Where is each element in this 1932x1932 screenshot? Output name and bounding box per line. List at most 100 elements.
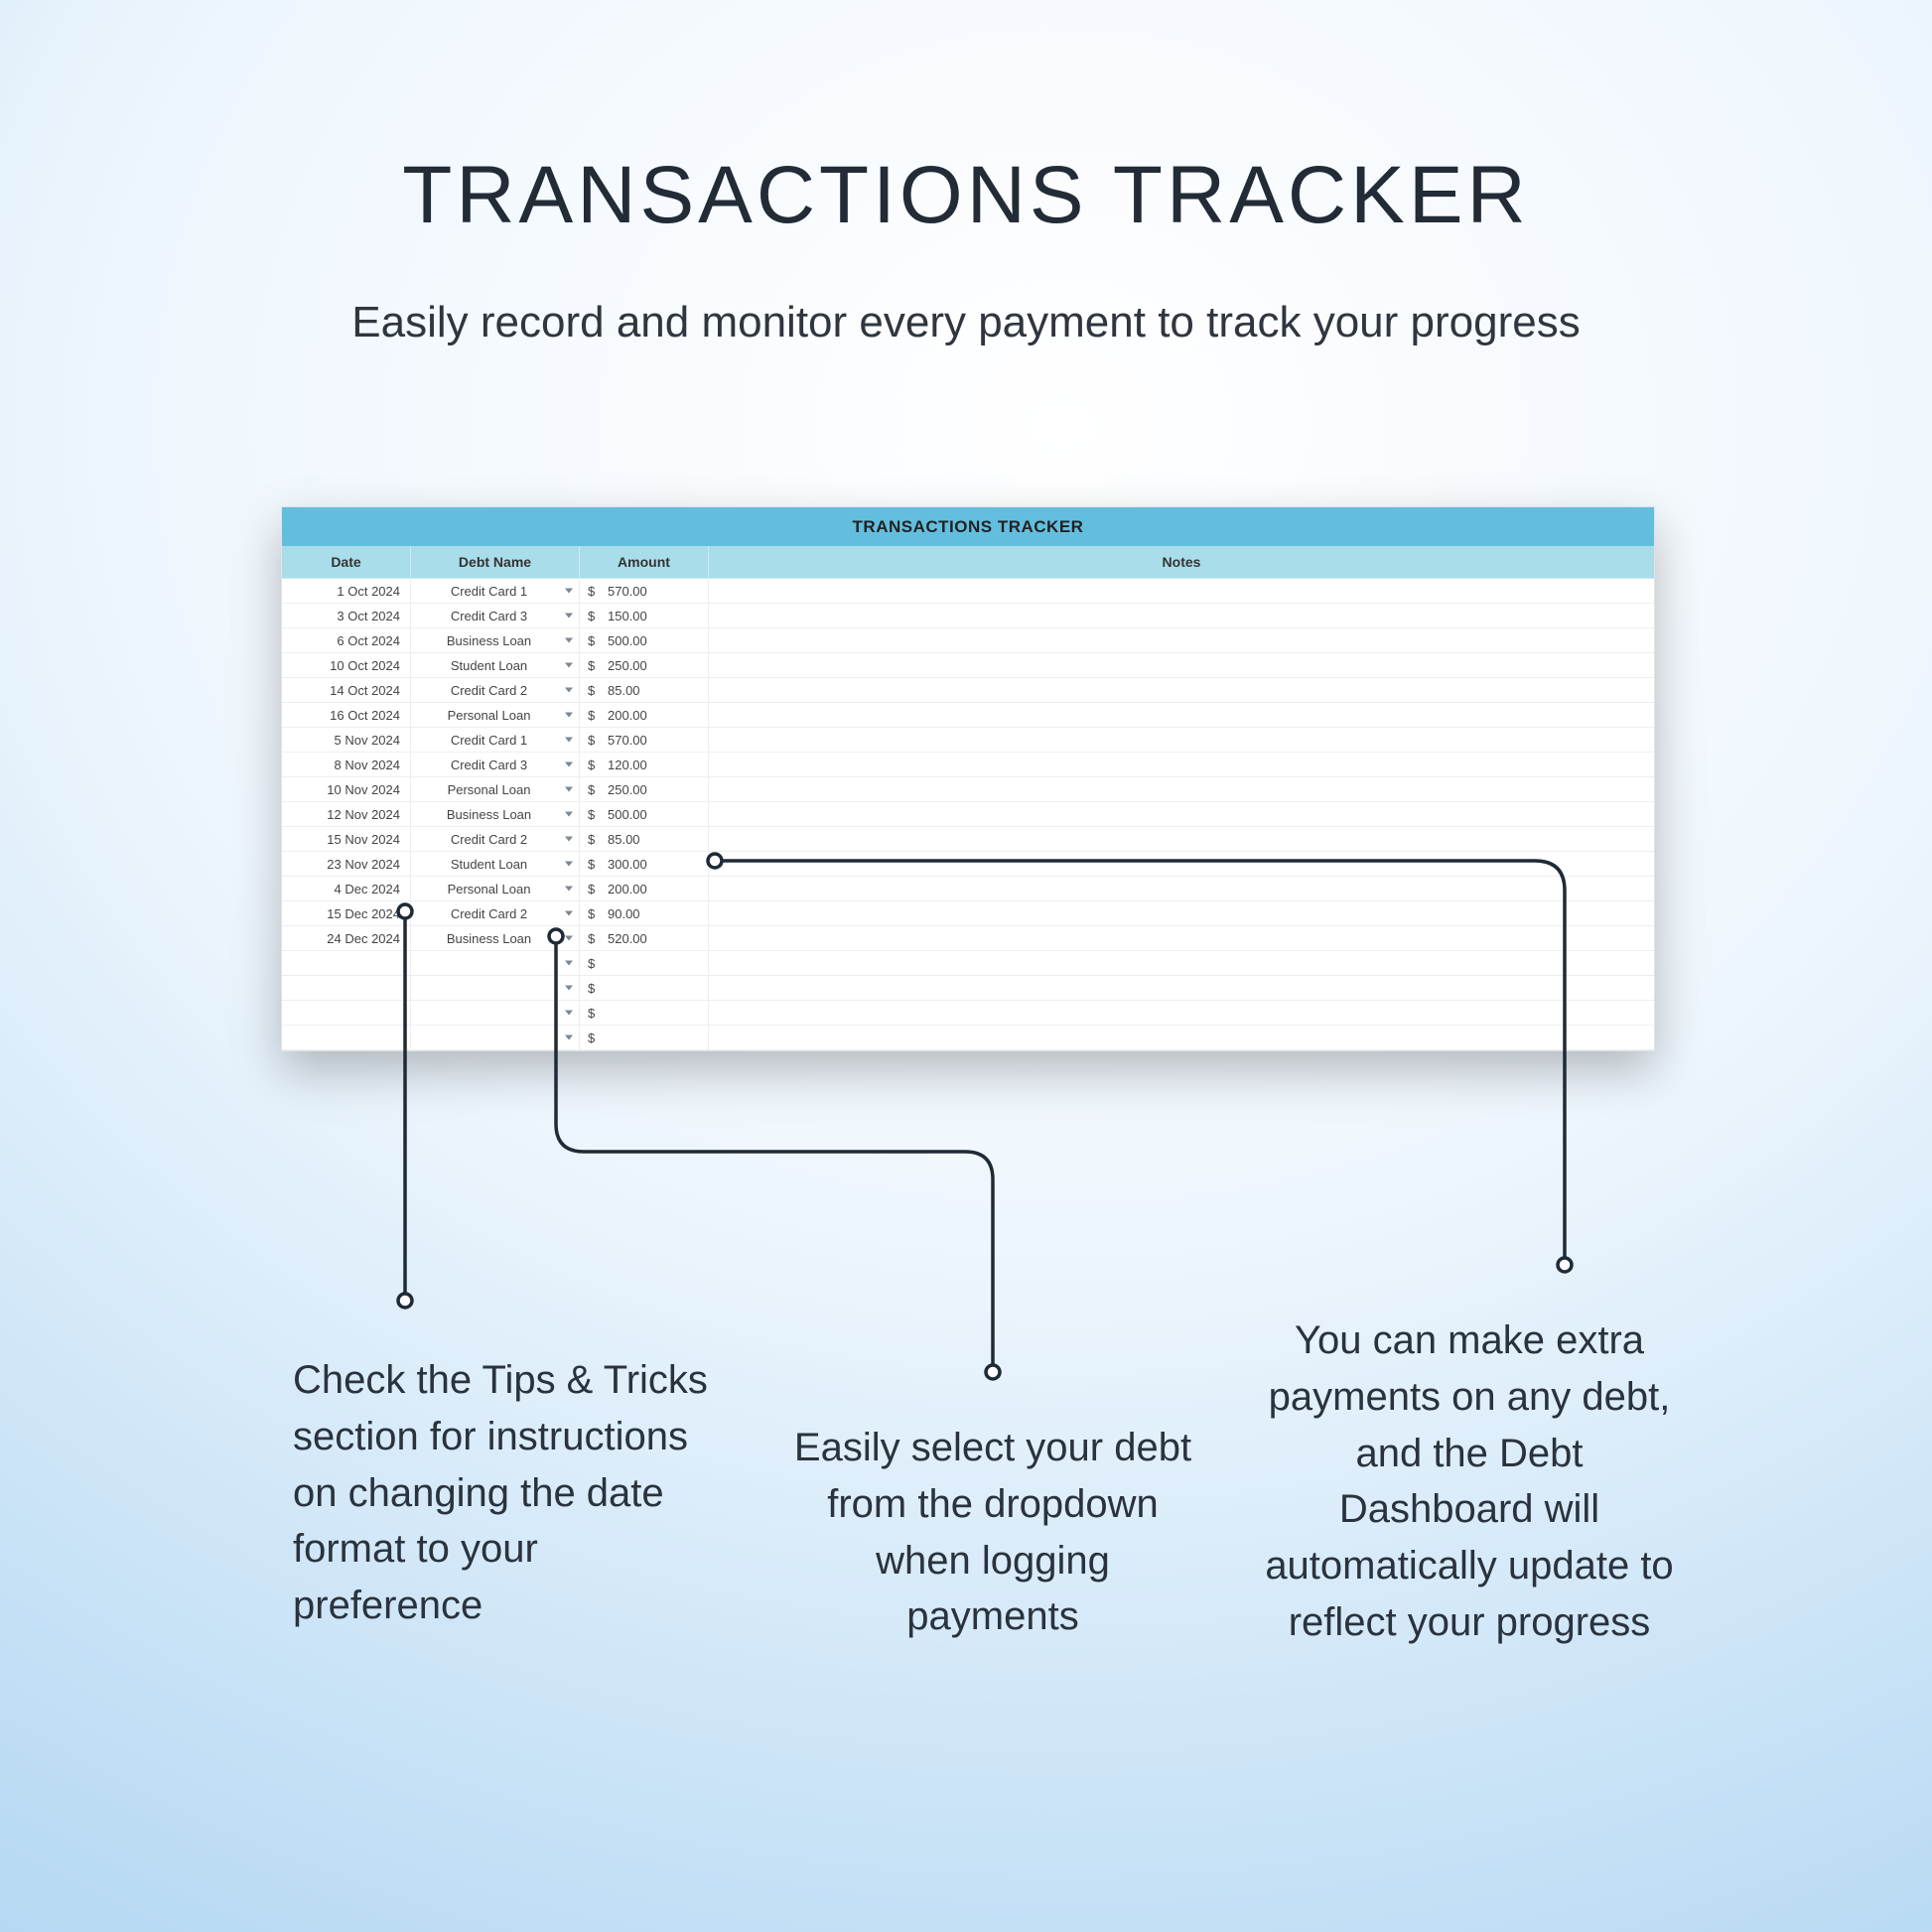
cell-date[interactable]: 5 Nov 2024 xyxy=(282,728,411,752)
cell-amount[interactable]: $120.00 xyxy=(580,753,709,776)
cell-amount[interactable]: $250.00 xyxy=(580,777,709,801)
cell-notes[interactable] xyxy=(709,926,1654,950)
cell-amount[interactable]: $ xyxy=(580,1026,709,1049)
chevron-down-icon xyxy=(565,911,573,916)
cell-amount[interactable]: $85.00 xyxy=(580,678,709,702)
cell-debt-dropdown[interactable]: Business Loan xyxy=(411,802,580,826)
cell-date[interactable]: 15 Dec 2024 xyxy=(282,901,411,925)
cell-debt-dropdown[interactable]: Personal Loan xyxy=(411,777,580,801)
cell-notes[interactable] xyxy=(709,604,1654,627)
cell-date[interactable]: 10 Oct 2024 xyxy=(282,653,411,677)
currency-symbol: $ xyxy=(588,802,602,826)
cell-notes[interactable] xyxy=(709,1026,1654,1049)
table-row: 8 Nov 2024Credit Card 3$120.00 xyxy=(282,753,1654,777)
cell-notes[interactable] xyxy=(709,976,1654,1000)
cell-debt-dropdown[interactable]: Business Loan xyxy=(411,628,580,652)
cell-notes[interactable] xyxy=(709,728,1654,752)
cell-date[interactable]: 8 Nov 2024 xyxy=(282,753,411,776)
cell-notes[interactable] xyxy=(709,877,1654,900)
currency-symbol: $ xyxy=(588,827,602,851)
cell-date[interactable]: 3 Oct 2024 xyxy=(282,604,411,627)
cell-debt-dropdown[interactable]: Credit Card 2 xyxy=(411,678,580,702)
cell-date[interactable]: 1 Oct 2024 xyxy=(282,579,411,603)
cell-date[interactable]: 6 Oct 2024 xyxy=(282,628,411,652)
header-notes: Notes xyxy=(709,546,1654,578)
cell-amount[interactable]: $ xyxy=(580,951,709,975)
cell-amount[interactable]: $150.00 xyxy=(580,604,709,627)
cell-debt-dropdown[interactable] xyxy=(411,976,580,1000)
cell-notes[interactable] xyxy=(709,777,1654,801)
cell-notes[interactable] xyxy=(709,901,1654,925)
cell-date[interactable] xyxy=(282,976,411,1000)
cell-notes[interactable] xyxy=(709,678,1654,702)
cell-amount[interactable]: $500.00 xyxy=(580,628,709,652)
cell-debt-dropdown[interactable]: Credit Card 1 xyxy=(411,728,580,752)
cell-debt-dropdown[interactable] xyxy=(411,1026,580,1049)
cell-date[interactable] xyxy=(282,1026,411,1049)
table-row: 4 Dec 2024Personal Loan$200.00 xyxy=(282,877,1654,901)
cell-amount[interactable]: $570.00 xyxy=(580,728,709,752)
cell-amount[interactable]: $200.00 xyxy=(580,703,709,727)
table-row: 6 Oct 2024Business Loan$500.00 xyxy=(282,628,1654,653)
currency-symbol: $ xyxy=(588,579,602,603)
cell-debt-dropdown[interactable]: Personal Loan xyxy=(411,877,580,900)
cell-debt-dropdown[interactable]: Credit Card 2 xyxy=(411,827,580,851)
cell-notes[interactable] xyxy=(709,628,1654,652)
table-row: $ xyxy=(282,951,1654,976)
amount-value: 120.00 xyxy=(602,753,647,776)
cell-debt-dropdown[interactable]: Credit Card 1 xyxy=(411,579,580,603)
cell-amount[interactable]: $520.00 xyxy=(580,926,709,950)
amount-value: 90.00 xyxy=(602,901,640,925)
cell-debt-dropdown[interactable]: Credit Card 3 xyxy=(411,604,580,627)
cell-debt-dropdown[interactable]: Credit Card 3 xyxy=(411,753,580,776)
amount-value: 300.00 xyxy=(602,852,647,876)
cell-date[interactable]: 16 Oct 2024 xyxy=(282,703,411,727)
cell-debt-dropdown[interactable]: Student Loan xyxy=(411,852,580,876)
cell-amount[interactable]: $200.00 xyxy=(580,877,709,900)
cell-notes[interactable] xyxy=(709,753,1654,776)
cell-date[interactable]: 15 Nov 2024 xyxy=(282,827,411,851)
chevron-down-icon xyxy=(565,1011,573,1016)
cell-debt-dropdown[interactable]: Credit Card 2 xyxy=(411,901,580,925)
cell-notes[interactable] xyxy=(709,852,1654,876)
cell-debt-dropdown[interactable] xyxy=(411,1001,580,1025)
currency-symbol: $ xyxy=(588,877,602,900)
amount-value xyxy=(602,951,608,975)
cell-date[interactable]: 23 Nov 2024 xyxy=(282,852,411,876)
currency-symbol: $ xyxy=(588,653,602,677)
cell-date[interactable] xyxy=(282,1001,411,1025)
cell-date[interactable]: 10 Nov 2024 xyxy=(282,777,411,801)
chevron-down-icon xyxy=(565,961,573,966)
amount-value: 150.00 xyxy=(602,604,647,627)
table-row: 1 Oct 2024Credit Card 1$570.00 xyxy=(282,579,1654,604)
amount-value: 200.00 xyxy=(602,703,647,727)
cell-date[interactable]: 24 Dec 2024 xyxy=(282,926,411,950)
cell-notes[interactable] xyxy=(709,802,1654,826)
currency-symbol: $ xyxy=(588,777,602,801)
cell-notes[interactable] xyxy=(709,827,1654,851)
cell-debt-dropdown[interactable]: Student Loan xyxy=(411,653,580,677)
cell-notes[interactable] xyxy=(709,951,1654,975)
cell-notes[interactable] xyxy=(709,703,1654,727)
cell-amount[interactable]: $90.00 xyxy=(580,901,709,925)
cell-date[interactable]: 4 Dec 2024 xyxy=(282,877,411,900)
chevron-down-icon xyxy=(565,887,573,892)
cell-debt-dropdown[interactable] xyxy=(411,951,580,975)
cell-amount[interactable]: $85.00 xyxy=(580,827,709,851)
cell-notes[interactable] xyxy=(709,1001,1654,1025)
cell-date[interactable] xyxy=(282,951,411,975)
cell-amount[interactable]: $570.00 xyxy=(580,579,709,603)
cell-debt-dropdown[interactable]: Personal Loan xyxy=(411,703,580,727)
table-row: $ xyxy=(282,1001,1654,1026)
cell-date[interactable]: 14 Oct 2024 xyxy=(282,678,411,702)
cell-amount[interactable]: $250.00 xyxy=(580,653,709,677)
cell-debt-dropdown[interactable]: Business Loan xyxy=(411,926,580,950)
chevron-down-icon xyxy=(565,589,573,594)
cell-notes[interactable] xyxy=(709,653,1654,677)
cell-amount[interactable]: $500.00 xyxy=(580,802,709,826)
cell-amount[interactable]: $ xyxy=(580,976,709,1000)
cell-amount[interactable]: $ xyxy=(580,1001,709,1025)
cell-date[interactable]: 12 Nov 2024 xyxy=(282,802,411,826)
cell-notes[interactable] xyxy=(709,579,1654,603)
cell-amount[interactable]: $300.00 xyxy=(580,852,709,876)
